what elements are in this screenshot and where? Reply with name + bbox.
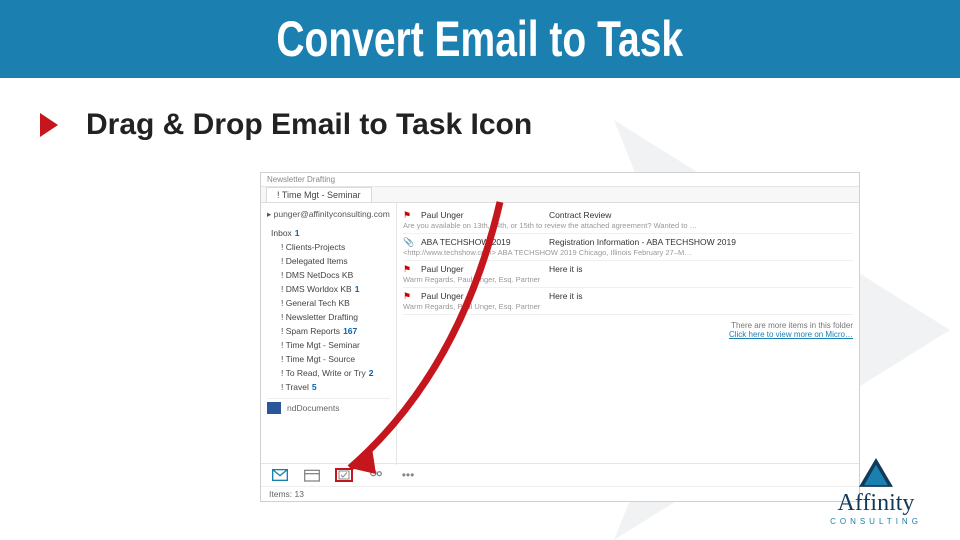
message-subject: Here it is <box>549 264 853 275</box>
outlook-account[interactable]: ▸ punger@affinityconsulting.com <box>267 209 390 220</box>
folder-item[interactable]: ! DMS Worldox KB1 <box>267 282 390 296</box>
title-bar: Convert Email to Task <box>0 0 960 78</box>
outlook-active-tab[interactable]: ! Time Mgt - Seminar <box>266 187 372 202</box>
outlook-more: There are more items in this folder Clic… <box>403 321 853 339</box>
flag-icon: ⚑ <box>403 210 413 221</box>
message-subject: Here it is <box>549 291 853 302</box>
tasks-icon[interactable] <box>335 468 353 482</box>
outlook-main: ▸ punger@affinityconsulting.com Inbox1! … <box>261 203 859 465</box>
bullet-triangle-icon <box>40 113 58 137</box>
message-row[interactable]: ⚑ Paul Unger Here it isWarm Regards, Paul … <box>403 261 853 288</box>
folder-item[interactable]: ! Clients-Projects <box>267 240 390 254</box>
outlook-attachments-label: ndDocuments <box>287 403 339 413</box>
message-preview: Are you available on 13th, 14th, or 15th… <box>403 221 853 230</box>
calendar-icon[interactable] <box>303 468 321 482</box>
outlook-top-label: Newsletter Drafting <box>261 173 859 187</box>
outlook-screenshot: Newsletter Drafting ! Time Mgt - Seminar… <box>260 172 860 502</box>
outlook-more-link[interactable]: Click here to view more on Micro… <box>729 330 853 339</box>
message-from: Paul Unger <box>421 210 541 221</box>
message-preview: Warm Regards, Paul Unger, Esq. Partner <box>403 302 853 311</box>
message-from: ABA TECHSHOW 2019 <box>421 237 541 248</box>
mail-icon[interactable] <box>271 468 289 482</box>
folder-item[interactable]: ! Delegated Items <box>267 254 390 268</box>
folder-item[interactable]: ! General Tech KB <box>267 296 390 310</box>
message-row[interactable]: ⚑ Paul Unger Contract ReviewAre you availa… <box>403 207 853 234</box>
flag-icon: 📎 <box>403 237 413 248</box>
bullet-text: Drag & Drop Email to Task Icon <box>86 108 532 142</box>
outlook-status: Items: 13 <box>261 486 859 501</box>
flag-icon: ⚑ <box>403 264 413 275</box>
folder-item[interactable]: Inbox1 <box>267 226 390 240</box>
folder-item[interactable]: ! Time Mgt - Seminar <box>267 338 390 352</box>
message-preview: <http://www.techshow.com> ABA TECHSHOW 2… <box>403 248 853 257</box>
message-row[interactable]: ⚑ Paul Unger Here it isWarm Regards, Paul … <box>403 288 853 315</box>
slide-body: Drag & Drop Email to Task Icon <box>0 78 960 142</box>
message-from: Paul Unger <box>421 264 541 275</box>
folder-item[interactable]: ! Spam Reports167 <box>267 324 390 338</box>
folder-item[interactable]: ! To Read, Write or Try2 <box>267 366 390 380</box>
message-subject: Contract Review <box>549 210 853 221</box>
bullet-row: Drag & Drop Email to Task Icon <box>40 108 920 142</box>
affinity-logo: Affinity CONSULTING <box>816 458 936 526</box>
folder-item[interactable]: ! Time Mgt - Source <box>267 352 390 366</box>
logo-triangle-icon <box>859 458 893 488</box>
outlook-nav-icons: ••• <box>261 464 859 486</box>
message-preview: Warm Regards, Paul Unger, Esq. Partner <box>403 275 853 284</box>
nd-icon <box>267 402 281 414</box>
folder-item[interactable]: ! Newsletter Drafting <box>267 310 390 324</box>
outlook-more-text: There are more items in this folder <box>403 321 853 330</box>
more-icon[interactable]: ••• <box>399 468 417 482</box>
message-from: Paul Unger <box>421 291 541 302</box>
slide: Convert Email to Task Drag & Drop Email … <box>0 0 960 540</box>
slide-title: Convert Email to Task <box>277 10 684 68</box>
outlook-message-list: ⚑ Paul Unger Contract ReviewAre you availa… <box>397 203 859 465</box>
message-subject: Registration Information - ABA TECHSHOW … <box>549 237 853 248</box>
message-row[interactable]: 📎 ABA TECHSHOW 2019 Registration Informati… <box>403 234 853 261</box>
logo-subtext: CONSULTING <box>816 517 936 526</box>
logo-word: Affinity <box>816 490 936 517</box>
outlook-attachments-row[interactable]: ndDocuments <box>267 398 390 414</box>
people-icon[interactable] <box>367 468 385 482</box>
folder-item[interactable]: ! Travel5 <box>267 380 390 394</box>
flag-icon: ⚑ <box>403 291 413 302</box>
folder-item[interactable]: ! DMS NetDocs KB <box>267 268 390 282</box>
outlook-tab-row: ! Time Mgt - Seminar <box>261 187 859 203</box>
outlook-footer: ••• Items: 13 <box>261 463 859 501</box>
outlook-sidebar: ▸ punger@affinityconsulting.com Inbox1! … <box>261 203 397 465</box>
